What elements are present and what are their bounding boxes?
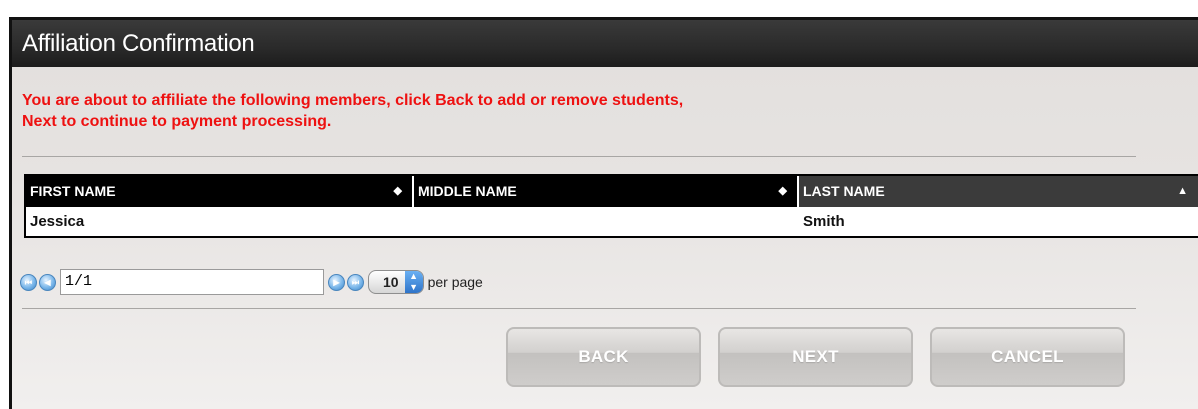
dialog-title: Affiliation Confirmation (12, 20, 1198, 67)
per-page-value: 10 (383, 274, 399, 290)
divider-top (22, 156, 1136, 157)
notice-line-1: You are about to affiliate the following… (22, 92, 684, 109)
next-page-icon[interactable]: ▶ (328, 273, 345, 291)
divider-bottom (22, 308, 1136, 309)
first-page-icon[interactable]: ⏮ (20, 273, 37, 291)
column-header-label: LAST NAME (803, 183, 885, 199)
column-header-label: MIDDLE NAME (418, 183, 517, 199)
sort-ascending-icon: ▲ (1177, 185, 1188, 197)
column-header-label: FIRST NAME (30, 183, 116, 199)
notice-line-2: Next to continue to payment processing. (22, 113, 332, 130)
table-row[interactable]: Jessica Smith (26, 207, 1198, 236)
pagination-bar: ⏮ ◀ 1/1 ▶ ⏭ 10 ▲ ▼ per page (20, 267, 483, 297)
sort-both-icon: ◆ (393, 185, 402, 197)
next-button[interactable]: NEXT (718, 327, 913, 387)
back-button[interactable]: BACK (506, 327, 701, 387)
per-page-select[interactable]: 10 ▲ ▼ (368, 270, 424, 294)
members-table: FIRST NAME ◆ MIDDLE NAME ◆ LAST NAME ▲ J… (24, 174, 1198, 238)
table-header: FIRST NAME ◆ MIDDLE NAME ◆ LAST NAME ▲ (26, 176, 1198, 207)
chevron-up-down-icon: ▲ ▼ (404, 271, 423, 293)
sort-both-icon: ◆ (778, 185, 787, 197)
last-page-icon[interactable]: ⏭ (347, 273, 364, 291)
column-header-middle-name[interactable]: MIDDLE NAME ◆ (412, 176, 797, 207)
confirmation-notice: You are about to affiliate the following… (22, 90, 683, 132)
previous-page-icon[interactable]: ◀ (39, 273, 56, 291)
page-number-input[interactable]: 1/1 (60, 269, 324, 295)
cell-last-name: Smith (803, 213, 845, 230)
column-header-first-name[interactable]: FIRST NAME ◆ (26, 176, 412, 207)
column-header-last-name[interactable]: LAST NAME ▲ (797, 176, 1198, 207)
cell-first-name: Jessica (30, 213, 85, 230)
affiliation-dialog: Affiliation Confirmation You are about t… (9, 17, 1198, 409)
per-page-label: per page (427, 274, 483, 290)
cancel-button[interactable]: CANCEL (930, 327, 1125, 387)
cell-middle-name (412, 207, 797, 236)
